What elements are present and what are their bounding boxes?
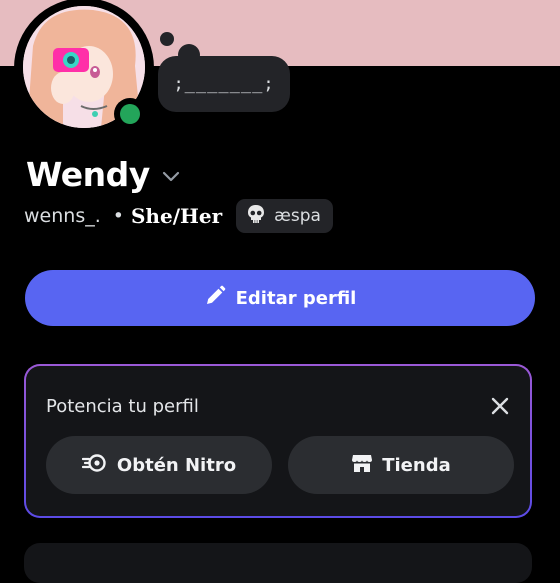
shop-button[interactable]: Tienda [288,436,514,494]
edit-profile-label: Editar perfil [235,287,357,309]
shop-icon [351,452,373,479]
pencil-icon [204,285,226,312]
online-status-indicator [114,98,146,130]
status-bubble[interactable]: ;_______; [158,56,290,112]
nitro-icon [81,453,108,478]
username: wenns_. [24,205,101,227]
next-profile-card [24,543,532,583]
boost-profile-card: Potencia tu perfil Obtén Nitro Tienda [24,364,532,518]
clan-tag-label: æspa [274,206,321,226]
status-bubble-tail-small [160,32,174,46]
get-nitro-button[interactable]: Obtén Nitro [46,436,272,494]
clan-tag[interactable]: æspa [236,199,333,233]
identity-row: wenns_. • She/Her æspa [24,199,333,233]
separator-dot: • [112,205,124,227]
pronouns: She/Her [130,204,223,228]
skull-icon [246,204,266,229]
edit-profile-button[interactable]: Editar perfil [25,270,535,326]
chevron-down-icon[interactable] [162,168,180,187]
close-icon[interactable] [488,394,512,418]
boost-card-title: Potencia tu perfil [46,396,199,417]
display-name-row[interactable]: Wendy [26,155,180,194]
display-name: Wendy [26,155,150,194]
shop-label: Tienda [382,454,451,476]
get-nitro-label: Obtén Nitro [116,454,237,476]
